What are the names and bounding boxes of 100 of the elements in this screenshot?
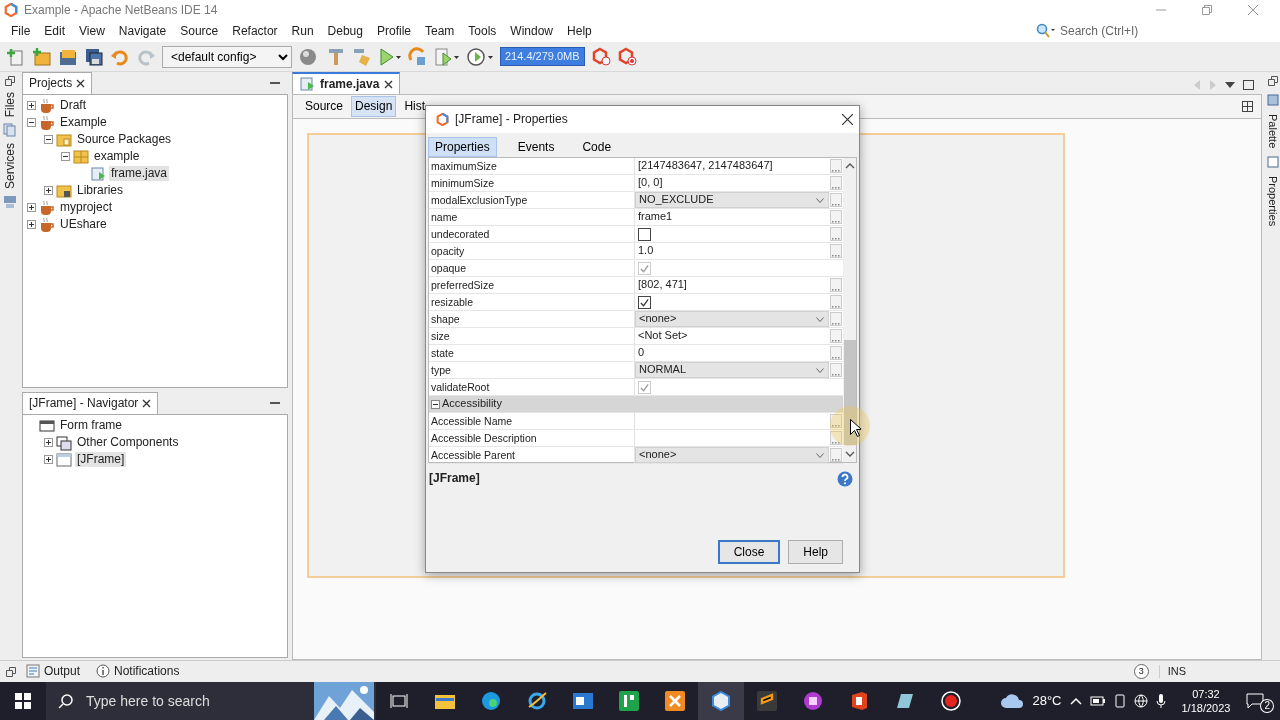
tree-item[interactable]: frame.java: [109, 166, 170, 181]
tree-item[interactable]: [JFrame]: [75, 452, 127, 467]
expand-icon[interactable]: [27, 220, 36, 229]
view-tab[interactable]: Source: [301, 96, 348, 117]
panel-tab[interactable]: Projects: [22, 72, 93, 94]
checkbox[interactable]: [638, 227, 651, 241]
dialog-tab[interactable]: Code: [575, 137, 619, 157]
battery-icon[interactable]: [1089, 695, 1106, 707]
menu-item[interactable]: Tools: [461, 23, 504, 39]
chart-play-icon[interactable]: [434, 46, 460, 67]
restore-icon[interactable]: [1267, 76, 1278, 86]
property-value[interactable]: 0: [638, 346, 645, 360]
menu-item[interactable]: Edit: [37, 23, 73, 39]
view-tab[interactable]: Hist: [400, 96, 430, 117]
tree-item[interactable]: myproject: [58, 200, 114, 215]
collapse-icon[interactable]: [27, 118, 36, 127]
close-icon[interactable]: [76, 79, 86, 88]
property-value[interactable]: [0, 0]: [638, 176, 663, 190]
restore-icon[interactable]: [1202, 5, 1212, 15]
cloud-icon[interactable]: [1000, 693, 1025, 709]
close-icon[interactable]: [142, 399, 152, 408]
property-value[interactable]: 1.0: [638, 244, 654, 258]
collapse-icon[interactable]: [431, 399, 440, 409]
minimize-icon[interactable]: [270, 402, 280, 406]
dialog-button[interactable]: Close: [717, 539, 781, 564]
clock-date[interactable]: 1/18/2023: [1181, 701, 1231, 716]
browser-icon[interactable]: [481, 691, 501, 711]
side-tab[interactable]: Services: [2, 143, 18, 190]
tile-icon[interactable]: [850, 691, 868, 711]
side-tab[interactable]: Files: [2, 92, 18, 118]
menu-item[interactable]: Debug: [320, 23, 370, 39]
collapse-icon[interactable]: [61, 152, 70, 161]
hexagon-record-icon[interactable]: [616, 46, 637, 67]
new-folder-icon[interactable]: [32, 46, 52, 67]
tree-item[interactable]: Example: [58, 115, 109, 130]
sheet-icon[interactable]: [895, 692, 915, 710]
record-icon[interactable]: [941, 691, 961, 711]
temperature[interactable]: 28°C: [1032, 693, 1062, 709]
menu-item[interactable]: Profile: [370, 23, 418, 39]
notification-count[interactable]: 3: [1133, 664, 1149, 679]
grid-icon[interactable]: [1242, 101, 1253, 112]
microphone-icon[interactable]: [1155, 693, 1166, 709]
status-item[interactable]: Output: [26, 664, 81, 679]
side-tab[interactable]: Properties: [1265, 176, 1280, 227]
windows-logo-icon[interactable]: [15, 693, 31, 709]
play-icon[interactable]: [378, 46, 402, 67]
property-section[interactable]: Accessibility: [429, 396, 843, 412]
property-value[interactable]: frame1: [638, 210, 673, 224]
menu-item[interactable]: Team: [418, 23, 462, 39]
maximize-icon[interactable]: [1243, 80, 1254, 90]
menu-item[interactable]: File: [4, 23, 38, 39]
restore-icon[interactable]: [6, 666, 16, 677]
tree-item[interactable]: Other Components: [75, 435, 181, 450]
menu-item[interactable]: Window: [503, 23, 561, 39]
palette-icon[interactable]: [1266, 94, 1279, 106]
close-icon[interactable]: [842, 114, 853, 125]
save-icon[interactable]: [84, 46, 104, 67]
status-item[interactable]: Notifications: [96, 664, 180, 679]
menu-item[interactable]: View: [72, 23, 112, 39]
menu-item[interactable]: Run: [284, 23, 321, 39]
clock-time[interactable]: 07:32: [1181, 686, 1231, 701]
search-icon[interactable]: [1036, 23, 1056, 39]
expand-icon[interactable]: [27, 203, 36, 212]
tree-item[interactable]: UEshare: [58, 217, 109, 232]
folder-icon[interactable]: [435, 693, 455, 709]
checkbox[interactable]: [638, 295, 651, 309]
taskbar-search-field[interactable]: Type here to search: [84, 691, 304, 711]
task-view-icon[interactable]: [390, 693, 408, 709]
side-tab[interactable]: Palette: [1265, 114, 1280, 149]
tree-item[interactable]: Draft: [58, 98, 88, 113]
minimize-icon[interactable]: [270, 82, 280, 86]
tree-item[interactable]: Form frame: [58, 418, 124, 433]
dialog-button[interactable]: Help: [788, 539, 843, 564]
dropdown[interactable]: NO_EXCLUDE: [635, 192, 829, 208]
menu-item[interactable]: Navigate: [111, 23, 174, 39]
editor-tab[interactable]: frame.java: [292, 72, 401, 94]
menu-item[interactable]: Refactor: [225, 23, 285, 39]
memory-button[interactable]: 214.4/279.0MB: [500, 46, 585, 67]
close-icon[interactable]: [384, 79, 394, 89]
dialog-tab[interactable]: Events: [510, 137, 562, 157]
circle-icon[interactable]: [803, 691, 823, 711]
dropdown-icon[interactable]: [1225, 81, 1235, 89]
menu-item[interactable]: Help: [560, 23, 599, 39]
window-icon[interactable]: [573, 693, 593, 709]
dropdown[interactable]: <none>: [635, 447, 829, 463]
dropdown[interactable]: NORMAL: [635, 362, 829, 378]
expand-icon[interactable]: [44, 455, 53, 464]
phone-icon[interactable]: [1113, 694, 1126, 708]
search-box[interactable]: Type here to search: [46, 682, 376, 720]
cube-icon[interactable]: [711, 691, 731, 711]
tile-icon[interactable]: [619, 691, 639, 711]
collapse-icon[interactable]: [44, 135, 53, 144]
scrollbar-thumb[interactable]: [843, 340, 856, 445]
chevron-icon[interactable]: [844, 162, 855, 170]
restore-icon[interactable]: [5, 76, 15, 86]
property-value[interactable]: <Not Set>: [638, 329, 688, 343]
gauge-icon[interactable]: [466, 46, 494, 67]
chevron-icon[interactable]: [844, 450, 855, 458]
expand-icon[interactable]: [44, 186, 53, 195]
tree-item[interactable]: example: [92, 149, 142, 164]
